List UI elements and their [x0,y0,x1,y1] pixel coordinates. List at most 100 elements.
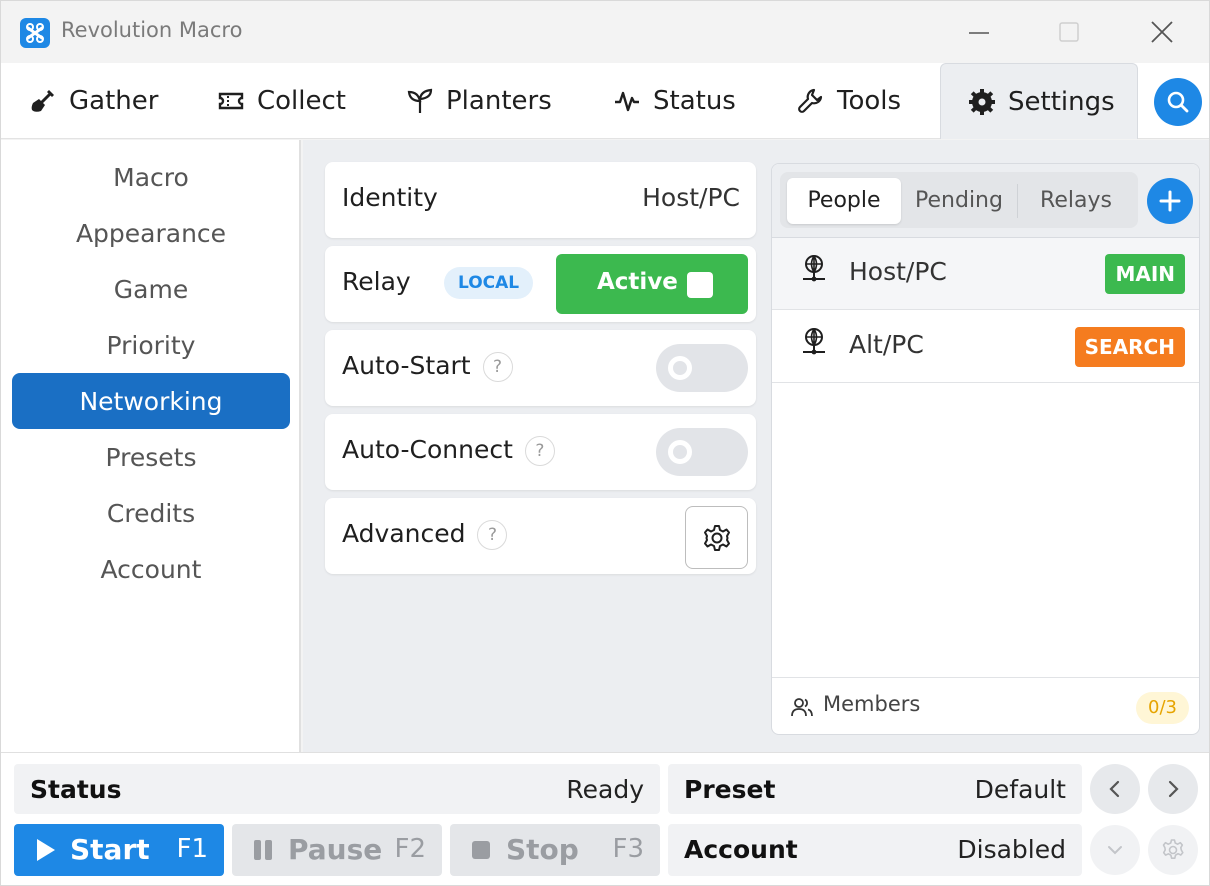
pause-button[interactable]: Pause F2 [232,824,442,876]
network-node-icon [803,328,825,355]
status-value: Ready [566,775,644,804]
search-icon [1167,91,1189,113]
stop-label: Stop [506,833,579,866]
auto-connect-toggle[interactable] [656,428,748,476]
auto-connect-help-icon[interactable]: ? [524,436,555,466]
member-row[interactable]: Host/PC MAIN [772,238,1199,310]
app-title: Revolution Macro [61,18,243,42]
close-button[interactable] [1137,13,1187,53]
sidebar-item-priority[interactable]: Priority [12,317,290,373]
account-settings-button[interactable] [1148,825,1198,875]
tab-status-label: Status [653,86,736,116]
relay-active-label: Active [597,269,678,295]
tab-pending[interactable]: Pending [904,178,1014,224]
auto-start-toggle[interactable] [656,344,748,392]
auto-connect-row-label: Auto-Connect ? [342,435,555,466]
add-member-button[interactable] [1147,178,1193,224]
settings-sidebar: Macro Appearance Game Priority Networkin… [1,140,301,752]
preset-value: Default [974,775,1066,804]
advanced-help-icon[interactable]: ? [477,520,508,550]
auto-start-help-icon[interactable]: ? [482,352,513,382]
stop-button[interactable]: Stop F3 [450,824,660,876]
preset-box[interactable]: Preset Default [668,764,1082,814]
tab-planters-label: Planters [446,86,552,116]
main-nav: Gather Collect Planters Status Tools Set… [1,63,1209,139]
account-dropdown-button[interactable] [1090,825,1140,875]
members-label: Members [823,692,921,716]
sidebar-item-presets[interactable]: Presets [12,429,290,485]
tab-gather[interactable]: Gather [29,63,158,139]
tab-collect-label: Collect [257,86,346,116]
member-role-badge: MAIN [1105,254,1185,294]
member-name: Host/PC [849,257,947,286]
sidebar-item-account[interactable]: Account [12,541,290,597]
stop-hotkey: F3 [612,834,645,864]
tab-settings[interactable]: Settings [940,63,1138,139]
advanced-settings-button[interactable] [685,506,748,569]
status-box: Status Ready [14,764,660,814]
networking-content: Identity Host/PC Relay LOCAL Active Auto… [303,140,1209,752]
maximize-button[interactable] [1044,13,1094,53]
wrench-icon [798,88,823,113]
auto-start-label: Auto-Start [342,351,471,380]
gear-icon [1162,839,1184,859]
tab-divider [1017,184,1018,218]
chevron-left-icon [1109,780,1120,798]
auto-start-row-label: Auto-Start ? [342,351,513,382]
tab-status[interactable]: Status [613,63,736,139]
gear-icon [969,88,995,115]
identity-value[interactable]: Host/PC [642,183,740,212]
relay-card: Relay LOCAL Active [325,246,756,322]
maximize-icon [1059,22,1079,42]
search-button[interactable] [1154,78,1202,126]
member-role-badge: SEARCH [1074,327,1185,367]
app-logo-icon [20,18,50,48]
relay-active-toggle[interactable]: Active [556,254,748,314]
sidebar-item-macro[interactable]: Macro [12,149,290,205]
auto-connect-label: Auto-Connect [342,435,513,464]
start-button[interactable]: Start F1 [14,824,224,876]
tab-tools[interactable]: Tools [797,63,901,139]
pause-icon [254,840,272,860]
sprout-icon [407,88,433,113]
control-footer: Status Ready Preset Default Start F1 Pau… [1,752,1209,885]
start-label: Start [70,833,150,866]
minimize-button[interactable] [954,13,1004,53]
sidebar-item-credits[interactable]: Credits [12,485,290,541]
identity-label: Identity [342,183,438,212]
identity-card: Identity Host/PC [325,162,756,238]
relay-label: Relay [342,267,411,296]
chevron-down-icon [1108,846,1122,855]
pause-hotkey: F2 [394,834,427,864]
status-label: Status [30,775,122,804]
users-icon [791,698,813,717]
toggle-knob [668,440,692,464]
sidebar-item-networking[interactable]: Networking [12,373,290,429]
sidebar-item-game[interactable]: Game [12,261,290,317]
tab-settings-label: Settings [1008,86,1115,117]
close-icon [1151,21,1173,43]
member-row[interactable]: Alt/PC SEARCH [772,311,1199,383]
tab-relays[interactable]: Relays [1020,178,1132,224]
pulse-icon [615,91,639,112]
shovel-icon [31,90,54,112]
preset-prev-button[interactable] [1090,764,1140,814]
ticket-icon [218,92,244,110]
preset-next-button[interactable] [1148,764,1198,814]
relay-mode-badge: LOCAL [444,267,534,299]
minimize-icon [969,32,989,34]
tab-tools-label: Tools [837,86,902,116]
auto-connect-card: Auto-Connect ? [325,414,756,490]
pause-label: Pause [288,833,383,866]
gear-icon [704,525,730,551]
relay-active-checkbox[interactable] [687,272,713,298]
network-panel-header: People Pending Relays [772,164,1199,238]
advanced-label: Advanced [342,519,466,548]
tab-collect[interactable]: Collect [217,63,346,139]
toggle-knob [668,356,692,380]
tab-planters[interactable]: Planters [406,63,552,139]
stop-icon [472,841,490,859]
sidebar-item-appearance[interactable]: Appearance [12,205,290,261]
tab-people[interactable]: People [787,178,901,224]
account-label: Account [684,835,798,864]
